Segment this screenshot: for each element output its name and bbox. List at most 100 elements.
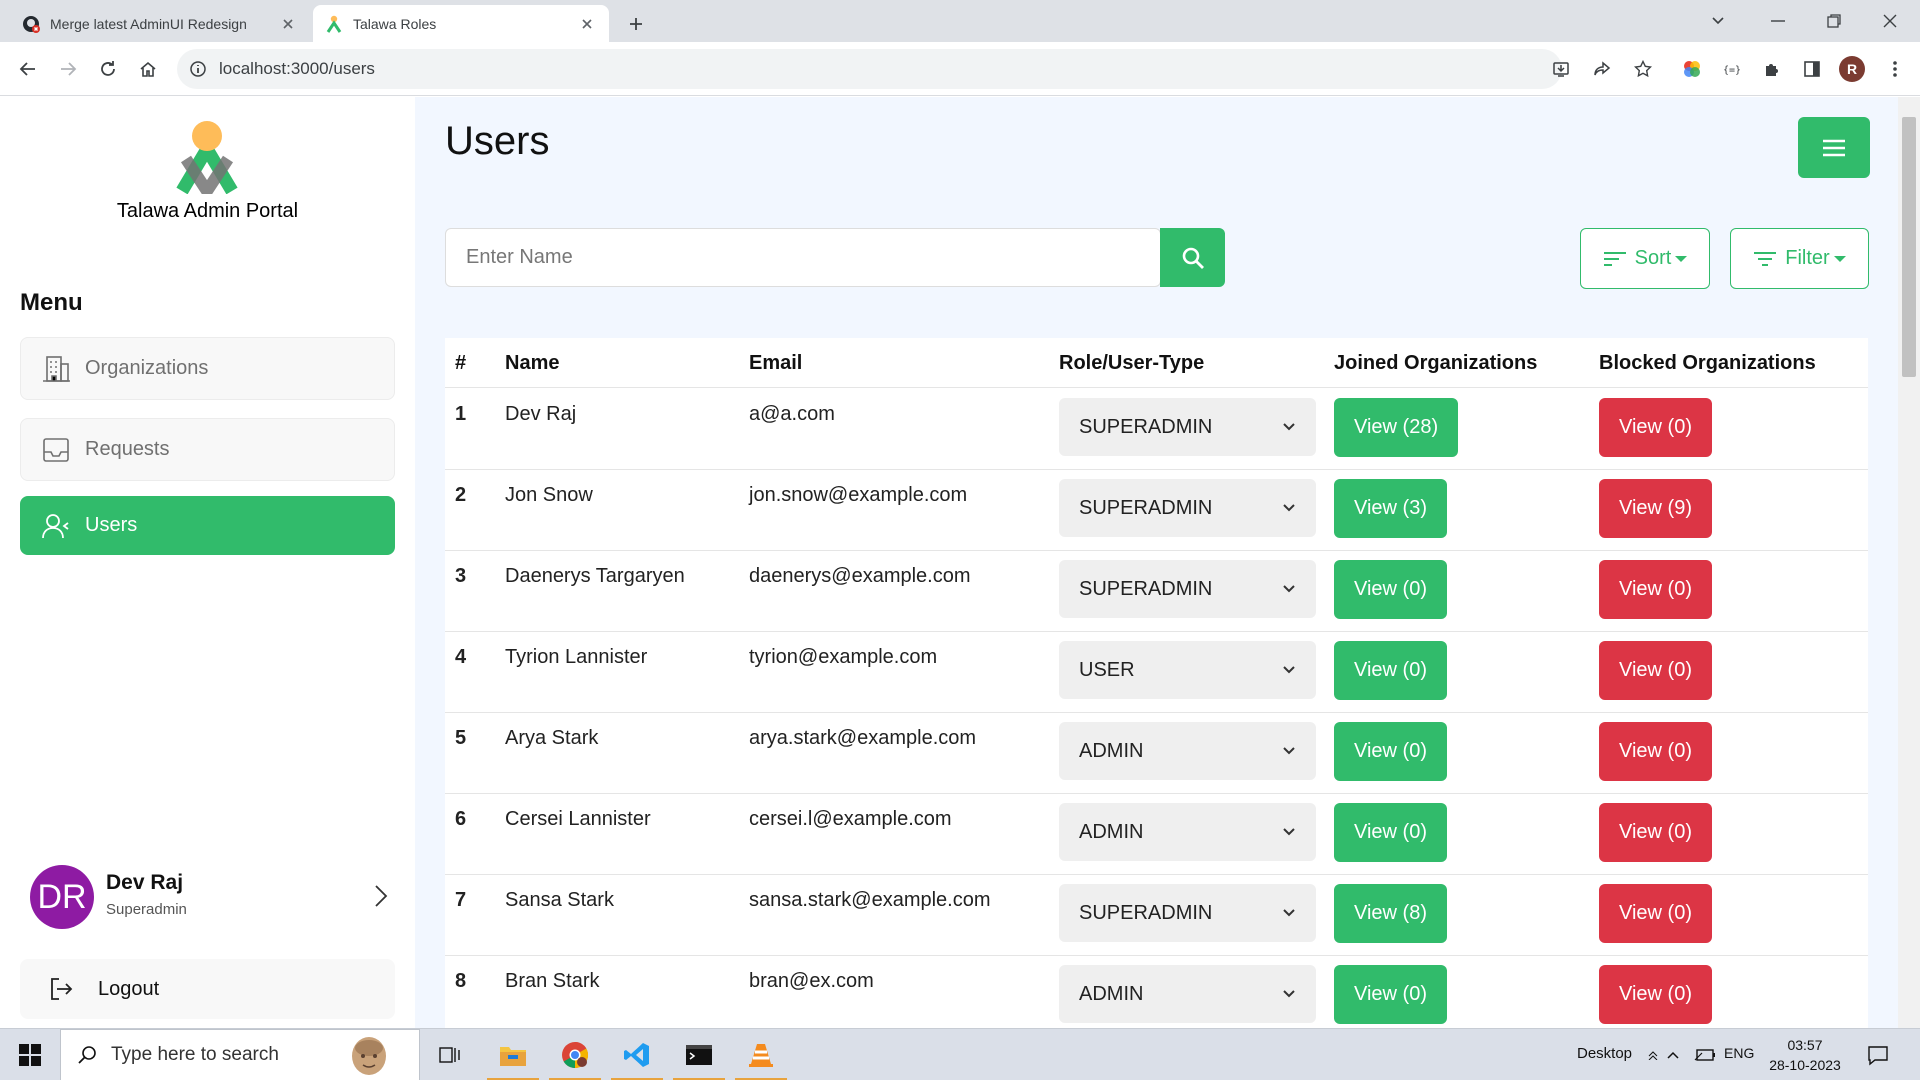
- user-name: Bran Stark: [505, 970, 600, 992]
- close-tab-icon[interactable]: [278, 14, 298, 34]
- building-icon: [41, 354, 71, 384]
- sort-button[interactable]: Sort: [1580, 228, 1710, 289]
- row-number: 2: [455, 484, 467, 506]
- sidebar-item-label: Users: [85, 514, 138, 536]
- close-window-icon[interactable]: [1864, 0, 1916, 42]
- file-explorer-icon[interactable]: [483, 1029, 543, 1080]
- view-blocked-orgs-button[interactable]: View (0): [1599, 641, 1712, 700]
- view-joined-orgs-button[interactable]: View (0): [1334, 965, 1447, 1024]
- forward-arrow-icon[interactable]: [54, 55, 82, 83]
- notifications-icon[interactable]: [1848, 1029, 1908, 1080]
- user-name: Sansa Stark: [505, 889, 614, 911]
- view-blocked-orgs-button[interactable]: View (0): [1599, 884, 1712, 943]
- restore-icon[interactable]: [1808, 0, 1860, 42]
- share-icon[interactable]: [1588, 55, 1616, 83]
- scrollbar-thumb[interactable]: [1902, 117, 1916, 377]
- inbox-icon: [41, 435, 71, 465]
- chevron-down-icon: [1282, 584, 1296, 594]
- search-input[interactable]: [445, 228, 1161, 287]
- profile-dropdown[interactable]: DR Dev Raj Superadmin: [20, 861, 395, 933]
- vscode-icon[interactable]: [607, 1029, 667, 1080]
- sidebar-item-requests[interactable]: Requests: [20, 418, 395, 481]
- side-panel-icon[interactable]: [1798, 55, 1826, 83]
- logout-label: Logout: [98, 977, 160, 1000]
- search-button[interactable]: [1160, 228, 1225, 287]
- hamburger-menu-button[interactable]: [1798, 117, 1870, 178]
- table-row: 6 Cersei Lannister cersei.l@example.com …: [445, 794, 1868, 875]
- address-bar[interactable]: localhost:3000/users: [177, 49, 1562, 89]
- task-view-icon[interactable]: [420, 1029, 480, 1080]
- page-scrollbar[interactable]: [1898, 97, 1920, 1028]
- reload-icon[interactable]: [94, 55, 122, 83]
- app-root: Talawa Admin Portal Menu Organizations R…: [0, 97, 1920, 1028]
- chrome-icon[interactable]: [545, 1029, 605, 1080]
- column-header: Email: [749, 352, 803, 374]
- view-blocked-orgs-button[interactable]: View (9): [1599, 479, 1712, 538]
- chevron-down-icon: [1282, 989, 1296, 999]
- role-select[interactable]: SUPERADMIN: [1059, 398, 1316, 456]
- terminal-icon[interactable]: [669, 1029, 729, 1080]
- vlc-icon[interactable]: [731, 1029, 791, 1080]
- github-favicon-icon: [22, 15, 40, 33]
- sidebar-item-organizations[interactable]: Organizations: [20, 337, 395, 400]
- filter-icon: [1753, 250, 1777, 268]
- browser-tab-merge[interactable]: Merge latest AdminUI Redesign: [10, 5, 310, 42]
- role-select[interactable]: ADMIN: [1059, 965, 1316, 1023]
- browser-tab-bar: Merge latest AdminUI Redesign Talawa Rol…: [0, 0, 1920, 42]
- show-hidden-icons-chevron-icon[interactable]: [1658, 1029, 1688, 1080]
- table-row: 2 Jon Snow jon.snow@example.com SUPERADM…: [445, 470, 1868, 551]
- filter-button[interactable]: Filter: [1730, 228, 1869, 289]
- site-info-icon[interactable]: [189, 60, 207, 78]
- view-blocked-orgs-button[interactable]: View (0): [1599, 722, 1712, 781]
- users-icon: [41, 511, 71, 541]
- chevron-down-icon: [1282, 503, 1296, 513]
- column-header: Role/User-Type: [1059, 352, 1205, 374]
- view-joined-orgs-button[interactable]: View (0): [1334, 722, 1447, 781]
- view-joined-orgs-button[interactable]: View (0): [1334, 641, 1447, 700]
- view-blocked-orgs-button[interactable]: View (0): [1599, 398, 1712, 457]
- view-joined-orgs-button[interactable]: View (3): [1334, 479, 1447, 538]
- taskbar-clock[interactable]: 03:57 28-10-2023: [1760, 1035, 1850, 1075]
- user-email: arya.stark@example.com: [749, 727, 977, 749]
- sidebar-item-users[interactable]: Users: [20, 496, 395, 555]
- role-select[interactable]: SUPERADMIN: [1059, 884, 1316, 942]
- view-blocked-orgs-button[interactable]: View (0): [1599, 965, 1712, 1024]
- desktop-toolbar-label[interactable]: Desktop: [1577, 1045, 1632, 1062]
- browser-tab-talawa[interactable]: Talawa Roles: [313, 5, 609, 42]
- back-arrow-icon[interactable]: [14, 55, 42, 83]
- input-language[interactable]: ENG: [1724, 1045, 1754, 1061]
- view-blocked-orgs-button[interactable]: View (0): [1599, 560, 1712, 619]
- view-blocked-orgs-button[interactable]: View (0): [1599, 803, 1712, 862]
- view-joined-orgs-button[interactable]: View (0): [1334, 560, 1447, 619]
- role-select[interactable]: ADMIN: [1059, 803, 1316, 861]
- chevron-down-icon: [1282, 422, 1296, 432]
- browser-menu-icon[interactable]: [1881, 55, 1909, 83]
- json-extension-icon[interactable]: {=}: [1718, 55, 1746, 83]
- view-joined-orgs-button[interactable]: View (28): [1334, 398, 1459, 457]
- tab-search-chevron-icon[interactable]: [1692, 0, 1744, 42]
- chevron-right-icon[interactable]: [365, 881, 395, 911]
- url-text: localhost:3000/users: [219, 59, 375, 78]
- sidebar: Talawa Admin Portal Menu Organizations R…: [0, 97, 415, 1028]
- table-row: 4 Tyrion Lannister tyrion@example.com US…: [445, 632, 1868, 713]
- view-joined-orgs-button[interactable]: View (8): [1334, 884, 1447, 943]
- browser-profile-avatar[interactable]: R: [1839, 56, 1865, 82]
- color-extension-icon[interactable]: [1678, 55, 1706, 83]
- role-select[interactable]: USER: [1059, 641, 1316, 699]
- view-joined-orgs-button[interactable]: View (0): [1334, 803, 1447, 862]
- minimize-icon[interactable]: [1752, 0, 1804, 42]
- windows-start-icon[interactable]: [0, 1029, 60, 1080]
- extensions-puzzle-icon[interactable]: [1758, 55, 1786, 83]
- battery-icon[interactable]: [1688, 1029, 1722, 1080]
- close-tab-icon[interactable]: [577, 14, 597, 34]
- new-tab-plus-icon[interactable]: [622, 10, 650, 38]
- home-icon[interactable]: [134, 55, 162, 83]
- role-select[interactable]: SUPERADMIN: [1059, 560, 1316, 618]
- bookmark-star-icon[interactable]: [1629, 55, 1657, 83]
- install-app-icon[interactable]: [1547, 55, 1575, 83]
- hamburger-icon: [1822, 138, 1846, 158]
- logout-button[interactable]: Logout: [20, 959, 395, 1019]
- role-select[interactable]: SUPERADMIN: [1059, 479, 1316, 537]
- role-select[interactable]: ADMIN: [1059, 722, 1316, 780]
- sort-icon: [1603, 250, 1627, 268]
